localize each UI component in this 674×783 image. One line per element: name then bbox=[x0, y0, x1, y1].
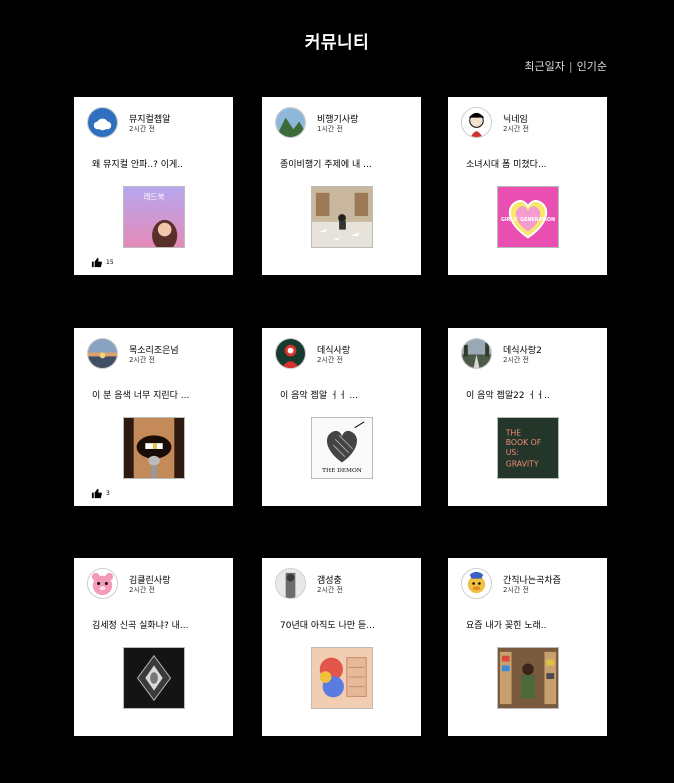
svg-text:THE DEMON: THE DEMON bbox=[322, 468, 362, 474]
post-text[interactable]: 이 분 음색 너무 지린다 ... bbox=[92, 388, 220, 401]
post-card[interactable]: 간직나는곡차즘 2시간 전 요즘 내가 꽂힌 노래.. bbox=[448, 558, 607, 736]
bw-figure-avatar-icon[interactable] bbox=[275, 568, 306, 599]
svg-text:US:: US: bbox=[506, 448, 519, 457]
duck-avatar-icon[interactable] bbox=[461, 568, 492, 599]
sunset-avatar-icon[interactable] bbox=[87, 338, 118, 369]
svg-text:BOOK OF: BOOK OF bbox=[506, 438, 541, 447]
retro-album-thumbnail[interactable] bbox=[311, 647, 373, 709]
sort-bar: 최근일자 | 인기순 bbox=[524, 58, 607, 74]
post-text[interactable]: 70년대 아직도 나만 듣... bbox=[280, 618, 408, 631]
post-time: 2시간 전 bbox=[129, 586, 155, 594]
sort-popular-option[interactable]: 인기순 bbox=[577, 58, 607, 74]
heart-album-thumbnail[interactable]: GIRLS' GENERATION bbox=[497, 186, 559, 248]
svg-text:THE: THE bbox=[505, 428, 522, 437]
post-time: 2시간 전 bbox=[317, 586, 343, 594]
post-text[interactable]: 소녀시대 폼 미쳤다... bbox=[466, 157, 594, 170]
post-card[interactable]: 닉네임 2시간 전 소녀시대 폼 미쳤다... GIRLS' GENERATIO… bbox=[448, 97, 607, 275]
sky-avatar-icon[interactable] bbox=[87, 107, 118, 138]
like-count: 15 bbox=[106, 259, 114, 266]
post-time: 2시간 전 bbox=[503, 356, 529, 364]
svg-text:GRAVITY: GRAVITY bbox=[506, 459, 539, 468]
mountain-avatar-icon[interactable] bbox=[275, 107, 306, 138]
post-text[interactable]: 김세정 신곡 실화냐? 내... bbox=[92, 618, 220, 631]
thumbs-up-icon bbox=[91, 257, 102, 268]
post-card[interactable]: 데식사랑 2시간 전 이 음악 젭알 ㅓㅓ ... THE DEMON bbox=[262, 328, 421, 506]
post-text[interactable]: 종이비행기 주제에 내 ... bbox=[280, 157, 408, 170]
post-text[interactable]: 요즘 내가 꽂힌 노래.. bbox=[466, 618, 594, 631]
page-title: 커뮤니티 bbox=[304, 33, 370, 53]
post-time: 2시간 전 bbox=[317, 356, 343, 364]
post-time: 2시간 전 bbox=[503, 125, 529, 133]
post-card[interactable]: 목소리조은넘 2시간 전 이 분 음색 너무 지린다 ... 3 bbox=[74, 328, 233, 506]
post-card[interactable]: 비행기사랑 1시간 전 종이비행기 주제에 내 ... bbox=[262, 97, 421, 275]
post-text[interactable]: 왜 뮤지컬 안파..? 이게.. bbox=[92, 157, 220, 170]
post-card[interactable]: 뮤지컬젭알 2시간 전 왜 뮤지컬 안파..? 이게.. 레드북 15 bbox=[74, 97, 233, 275]
svg-text:레드북: 레드북 bbox=[143, 193, 164, 202]
thumbs-up-icon bbox=[91, 488, 102, 499]
post-time: 1시간 전 bbox=[317, 125, 343, 133]
record-shop-thumbnail[interactable] bbox=[497, 647, 559, 709]
dark-diamond-album-thumbnail[interactable] bbox=[123, 647, 185, 709]
svg-text:GIRLS' GENERATION: GIRLS' GENERATION bbox=[501, 217, 555, 223]
paper-plane-room-thumbnail[interactable] bbox=[311, 186, 373, 248]
pink-plush-avatar-icon[interactable] bbox=[87, 568, 118, 599]
sort-recent-option[interactable]: 최근일자 bbox=[524, 58, 564, 74]
post-card[interactable]: 갬성충 2시간 전 70년대 아직도 나만 듣... bbox=[262, 558, 421, 736]
like-button[interactable]: 15 bbox=[91, 257, 114, 268]
book-of-us-album-thumbnail[interactable]: THE BOOK OF US: GRAVITY bbox=[497, 417, 559, 479]
cartoon-avatar-icon[interactable] bbox=[461, 107, 492, 138]
post-time: 2시간 전 bbox=[129, 356, 155, 364]
heart-sketch-album-thumbnail[interactable]: THE DEMON bbox=[311, 417, 373, 479]
musical-poster-thumbnail[interactable]: 레드북 bbox=[123, 186, 185, 248]
post-text[interactable]: 이 음악 젭알 ㅓㅓ ... bbox=[280, 388, 408, 401]
post-card[interactable]: 김클린사랑 2시간 전 김세정 신곡 실화냐? 내... bbox=[74, 558, 233, 736]
like-button[interactable]: 3 bbox=[91, 488, 110, 499]
singer-face-thumbnail[interactable] bbox=[123, 417, 185, 479]
sort-divider: | bbox=[568, 59, 573, 73]
post-time: 2시간 전 bbox=[129, 125, 155, 133]
like-count: 3 bbox=[106, 490, 110, 497]
post-card[interactable]: 데식사랑2 2시간 전 이 음악 젭알22 ㅓㅓ.. THE BOOK OF US:… bbox=[448, 328, 607, 506]
red-figure-avatar-icon[interactable] bbox=[275, 338, 306, 369]
road-avatar-icon[interactable] bbox=[461, 338, 492, 369]
post-text[interactable]: 이 음악 젭알22 ㅓㅓ.. bbox=[466, 388, 594, 401]
post-time: 2시간 전 bbox=[503, 586, 529, 594]
